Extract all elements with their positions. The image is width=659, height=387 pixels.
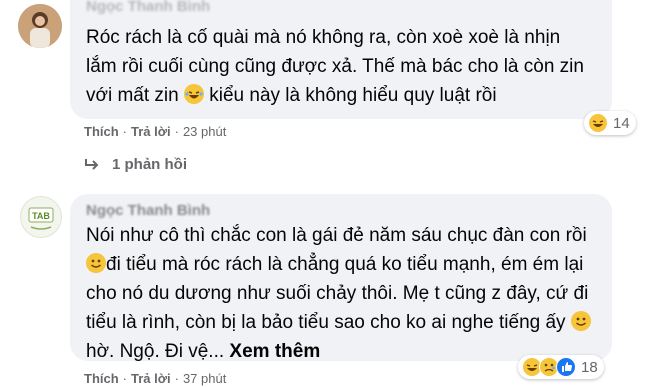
- separator: ·: [122, 124, 128, 139]
- comment-author[interactable]: Ngọc Thanh Bình: [86, 0, 210, 15]
- like-icon: [556, 357, 576, 377]
- replies-count-label: 1 phản hồi: [112, 156, 187, 173]
- comment-actions: Thích · Trả lời · 23 phút: [84, 124, 226, 139]
- comment-text: Nói như cô thì chắc con là gái đẻ năm sá…: [86, 221, 592, 366]
- comment-bubble: Ngọc Thanh Bình Róc rách là cố quài mà n…: [70, 0, 612, 119]
- separator: ·: [122, 371, 128, 386]
- smile-emoji-icon: [570, 311, 591, 331]
- reaction-count: 18: [581, 358, 598, 376]
- reply-arrow-icon: [85, 158, 99, 170]
- comment-bubble: Ngọc Thanh Bình Nói như cô thì chắc con …: [70, 194, 612, 362]
- reply-button[interactable]: Trả lời: [131, 124, 171, 139]
- reaction-summary[interactable]: 18: [518, 355, 604, 379]
- avatar[interactable]: [18, 4, 62, 48]
- avatar-logo-text: TAB: [32, 211, 50, 221]
- see-more-link[interactable]: Xem thêm: [229, 341, 320, 362]
- view-replies-link[interactable]: 1 phản hồi: [84, 156, 187, 173]
- like-button[interactable]: Thích: [84, 371, 119, 386]
- separator: ·: [174, 371, 179, 386]
- laughing-emoji-icon: [183, 84, 204, 104]
- like-button[interactable]: Thích: [84, 124, 119, 139]
- comment-text: Róc rách là cố quài mà nó không ra, còn …: [86, 27, 584, 106]
- reaction-summary[interactable]: 14: [584, 111, 636, 135]
- comment-actions: Thích · Trả lời · 37 phút: [84, 371, 226, 386]
- smile-emoji-icon: [86, 253, 106, 273]
- timestamp[interactable]: 23 phút: [183, 124, 226, 139]
- comment-author[interactable]: Ngọc Thanh Bình: [86, 202, 210, 219]
- laughing-emoji-icon: [588, 113, 608, 133]
- avatar[interactable]: TAB: [20, 196, 62, 238]
- timestamp[interactable]: 37 phút: [183, 371, 226, 386]
- separator: ·: [174, 124, 179, 139]
- reaction-count: 14: [613, 114, 630, 132]
- reply-button[interactable]: Trả lời: [131, 371, 171, 386]
